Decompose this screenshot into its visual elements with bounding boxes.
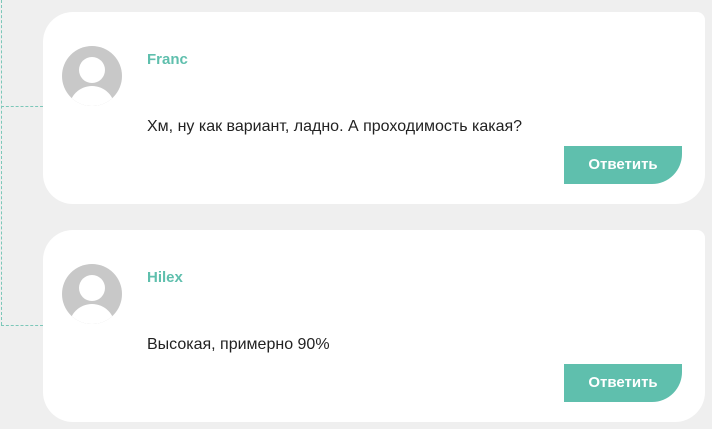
avatar-body-shape (69, 86, 115, 106)
comment-text: Хм, ну как вариант, ладно. А проходимост… (147, 118, 523, 135)
thread-connector (1, 325, 43, 326)
comments-thread: Franc Хм, ну как вариант, ладно. А прохо… (0, 0, 712, 429)
thread-line (1, 0, 2, 325)
thread-connector (1, 106, 43, 107)
comment-author[interactable]: Franc (147, 51, 188, 68)
comment-card: Franc Хм, ну как вариант, ладно. А прохо… (43, 12, 705, 204)
reply-button[interactable]: Ответить (564, 364, 682, 402)
comment-author[interactable]: Hilex (147, 269, 183, 286)
avatar-body-shape (69, 304, 115, 324)
comment-text: Высокая, примерно 90% (147, 336, 330, 353)
avatar-head-shape (79, 57, 105, 83)
avatar-head-shape (79, 275, 105, 301)
reply-button[interactable]: Ответить (564, 146, 682, 184)
default-user-avatar-icon (62, 46, 122, 106)
default-user-avatar-icon (62, 264, 122, 324)
comment-card: Hilex Высокая, примерно 90% Ответить (43, 230, 705, 422)
